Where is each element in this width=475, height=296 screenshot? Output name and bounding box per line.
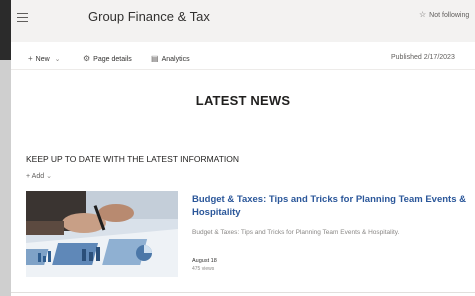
news-thumbnail-image [26,191,178,277]
news-web-part-title: KEEP UP TO DATE WITH THE LATEST INFORMAT… [26,154,240,164]
chevron-down-icon: ⌄ [46,173,52,180]
page-details-label: Page details [93,56,132,63]
page-details-button[interactable]: ⚙ Page details [83,54,132,63]
site-title[interactable]: Group Finance & Tax [88,9,210,24]
news-item-title-line2: Hospitality [192,207,241,218]
follow-button[interactable]: ☆ Not following [419,10,469,19]
published-status: Published 2/17/2023 [391,54,455,61]
chevron-down-icon: ⌄ [54,56,61,63]
plus-icon: + [28,54,33,63]
new-label: New [35,56,50,63]
follow-label: Not following [429,12,470,19]
command-bar: + New ⌄ ⚙ Page details ▤ Analytics Publishe… [11,46,475,70]
analytics-button[interactable]: ▤ Analytics [151,54,190,63]
new-button[interactable]: + New ⌄ [28,54,61,63]
news-thumbnail[interactable] [26,191,178,277]
news-item-title-line1: Budget & Taxes: Tips and Tricks for Plan… [192,194,466,205]
hamburger-icon[interactable] [17,13,28,23]
chart-icon: ▤ [151,54,159,63]
add-news-button[interactable]: + Add ⌄ [26,172,52,180]
news-item-title[interactable]: Budget & Taxes: Tips and Tricks for Plan… [192,193,475,219]
analytics-label: Analytics [161,56,190,63]
star-icon: ☆ [419,10,427,19]
divider [11,292,475,293]
news-item-views: 475 views [192,266,215,272]
add-label: Add [31,173,45,180]
left-app-strip-lower [0,60,11,296]
plus-icon: + [26,173,31,180]
news-item-description: Budget & Taxes: Tips and Tricks for Plan… [192,229,400,236]
news-item-date: August 18 [192,258,217,264]
gear-icon: ⚙ [83,54,91,63]
section-title: LATEST NEWS [195,93,291,108]
site-header: Group Finance & Tax ☆ Not following [11,0,475,42]
